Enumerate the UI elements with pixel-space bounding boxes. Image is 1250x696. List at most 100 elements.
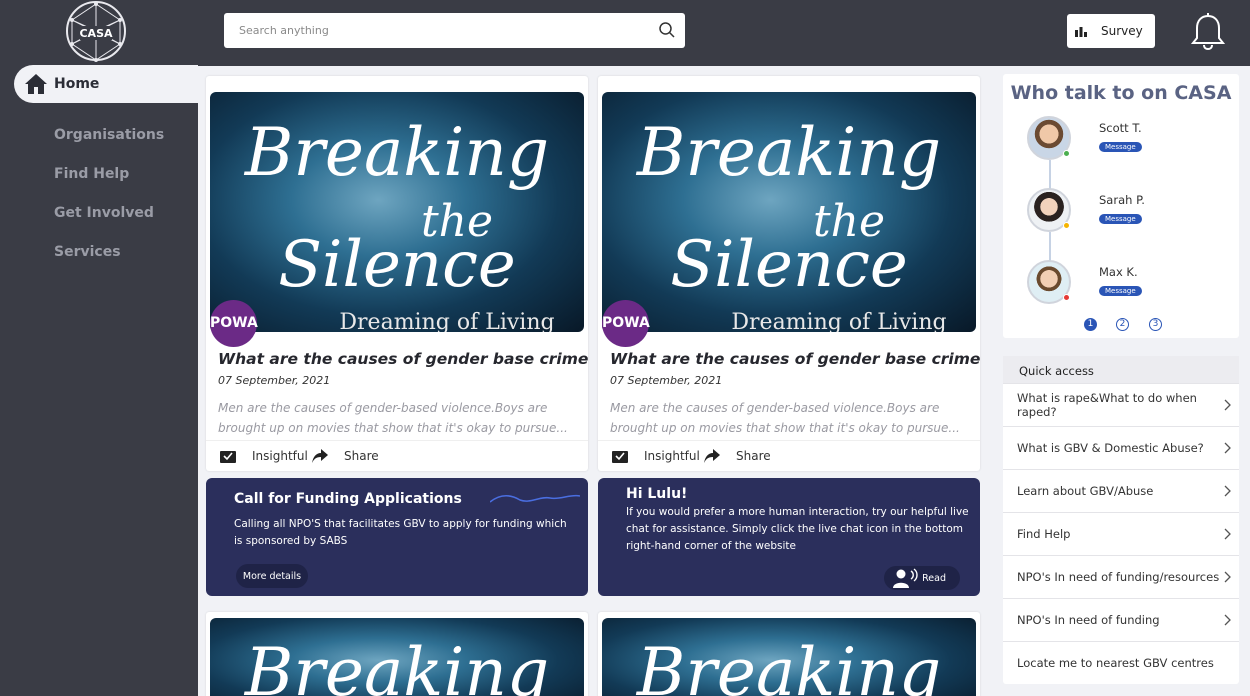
quick-access-label: Locate me to nearest GBV centres [1017, 656, 1214, 670]
banner-line-1: Breaking [244, 634, 550, 696]
casa-logo[interactable]: CASA [62, 0, 130, 62]
post-card[interactable]: Breaking [206, 612, 588, 696]
chevron-right-icon [1224, 571, 1231, 583]
quick-access-label: NPO's In need of funding [1017, 613, 1160, 627]
nav-get-involved[interactable]: Get Involved [54, 205, 154, 221]
quick-access-panel: Quick access What is rape&What to do whe… [1003, 356, 1239, 684]
who-heading: Who talk to on CASA [1010, 82, 1232, 104]
banner-line-3: Silence [278, 228, 516, 302]
chevron-right-icon [1224, 528, 1231, 540]
post-card[interactable]: Breaking [598, 612, 980, 696]
post-banner-image[interactable]: Breaking [210, 618, 584, 696]
greeting-title: Hi Lulu! [626, 486, 688, 502]
share-icon [312, 449, 328, 463]
org-badge[interactable]: POWA [210, 300, 258, 347]
message-button[interactable]: Message [1099, 142, 1142, 152]
search-bar[interactable] [224, 13, 685, 48]
insightful-icon [612, 451, 628, 463]
banner-line-4: Dreaming of Living [339, 310, 555, 332]
connector-line [1049, 160, 1051, 190]
message-button[interactable]: Message [1099, 214, 1142, 224]
post-excerpt: Men are the causes of gender-based viole… [218, 401, 568, 435]
person-name: Scott T. [1099, 121, 1142, 135]
quick-access-label: What is GBV & Domestic Abuse? [1017, 441, 1204, 455]
quick-access-item[interactable]: NPO's In need of funding [1003, 598, 1239, 641]
page-button-2[interactable]: 2 [1116, 318, 1129, 331]
insightful-label: Insightful [644, 449, 700, 463]
quick-access-heading: Quick access [1003, 356, 1239, 383]
insightful-button[interactable]: Insightful [220, 449, 308, 463]
search-icon[interactable] [658, 21, 676, 39]
quick-access-item[interactable]: Find Help [1003, 512, 1239, 555]
post-title[interactable]: What are the causes of gender base crime… [218, 350, 588, 368]
chevron-right-icon [1224, 442, 1231, 454]
share-label: Share [736, 449, 771, 463]
bar-chart-icon [1075, 27, 1087, 37]
home-icon [25, 74, 47, 94]
post-title[interactable]: What are the causes of gender base crime… [610, 350, 980, 368]
quick-access-label: NPO's In need of funding/resources [1017, 570, 1220, 584]
insightful-button[interactable]: Insightful [612, 449, 700, 463]
page-button-1[interactable]: 1 [1084, 318, 1097, 331]
nav-find-help[interactable]: Find Help [54, 166, 129, 182]
quick-access-item[interactable]: What is rape&What to do when raped? [1003, 383, 1239, 426]
funding-card[interactable]: Call for Funding Applications Calling al… [206, 478, 588, 596]
person-name: Sarah P. [1099, 193, 1145, 207]
post-date: 07 September, 2021 [218, 374, 331, 387]
page-button-3[interactable]: 3 [1149, 318, 1162, 331]
quick-access-item[interactable]: Locate me to nearest GBV centres [1003, 641, 1239, 684]
message-button[interactable]: Message [1099, 286, 1142, 296]
person-name: Max K. [1099, 265, 1138, 279]
status-dot [1063, 294, 1070, 301]
wave-decoration [490, 494, 580, 503]
quick-access-item[interactable]: What is GBV & Domestic Abuse? [1003, 426, 1239, 469]
share-button[interactable]: Share [704, 449, 771, 463]
banner-line-1: Breaking [636, 114, 942, 191]
survey-label: Survey [1101, 24, 1143, 38]
bell-icon[interactable] [1190, 13, 1226, 51]
post-banner-image[interactable]: Breaking the Silence Dreaming of Living [210, 92, 584, 332]
chevron-right-icon [1224, 485, 1231, 497]
live-chat-card[interactable]: Hi Lulu! If you would prefer a more huma… [598, 478, 980, 596]
voice-icon [893, 568, 918, 588]
post-banner-image[interactable]: Breaking the Silence Dreaming of Living [602, 92, 976, 332]
post-excerpt: Men are the causes of gender-based viole… [610, 401, 960, 435]
post-banner-image[interactable]: Breaking [602, 618, 976, 696]
search-input[interactable] [239, 24, 639, 37]
read-button[interactable]: Read [884, 566, 960, 590]
share-label: Share [344, 449, 379, 463]
quick-access-label: Find Help [1017, 527, 1071, 541]
who-to-talk-panel: Who talk to on CASA Scott T. Message Sar… [1003, 74, 1239, 338]
greeting-body: If you would prefer a more human interac… [626, 506, 969, 552]
banner-line-3: Silence [670, 228, 908, 302]
quick-access-label: What is rape&What to do when raped? [1017, 391, 1197, 419]
survey-button[interactable]: Survey [1067, 14, 1155, 48]
banner-line-1: Breaking [636, 634, 942, 696]
banner-line-4: Dreaming of Living [731, 310, 947, 332]
nav-organisations[interactable]: Organisations [54, 127, 164, 143]
svg-text:CASA: CASA [79, 27, 113, 40]
share-icon [704, 449, 720, 463]
sidebar: CASA Home Organisations Find Help Get In… [0, 0, 198, 696]
more-details-button[interactable]: More details [236, 564, 308, 588]
quick-access-item[interactable]: Learn about GBV/Abuse [1003, 469, 1239, 512]
insightful-icon [220, 451, 236, 463]
post-actions: Insightful Share [598, 440, 980, 470]
quick-access-label: Learn about GBV/Abuse [1017, 484, 1154, 498]
read-label: Read [922, 572, 946, 584]
post-card[interactable]: Breaking the Silence Dreaming of Living … [598, 76, 980, 471]
share-button[interactable]: Share [312, 449, 379, 463]
org-badge[interactable]: POWA [602, 300, 650, 347]
post-date: 07 September, 2021 [610, 374, 723, 387]
chevron-right-icon [1224, 614, 1231, 626]
nav-home[interactable]: Home [14, 65, 198, 103]
funding-title: Call for Funding Applications [234, 491, 462, 507]
nav-services[interactable]: Services [54, 244, 121, 260]
quick-access-item[interactable]: NPO's In need of funding/resources [1003, 555, 1239, 598]
chevron-right-icon [1224, 399, 1231, 411]
status-dot [1063, 150, 1070, 157]
post-actions: Insightful Share [206, 440, 588, 470]
status-dot [1063, 222, 1070, 229]
post-card[interactable]: Breaking the Silence Dreaming of Living … [206, 76, 588, 471]
nav-home-label: Home [54, 76, 100, 92]
